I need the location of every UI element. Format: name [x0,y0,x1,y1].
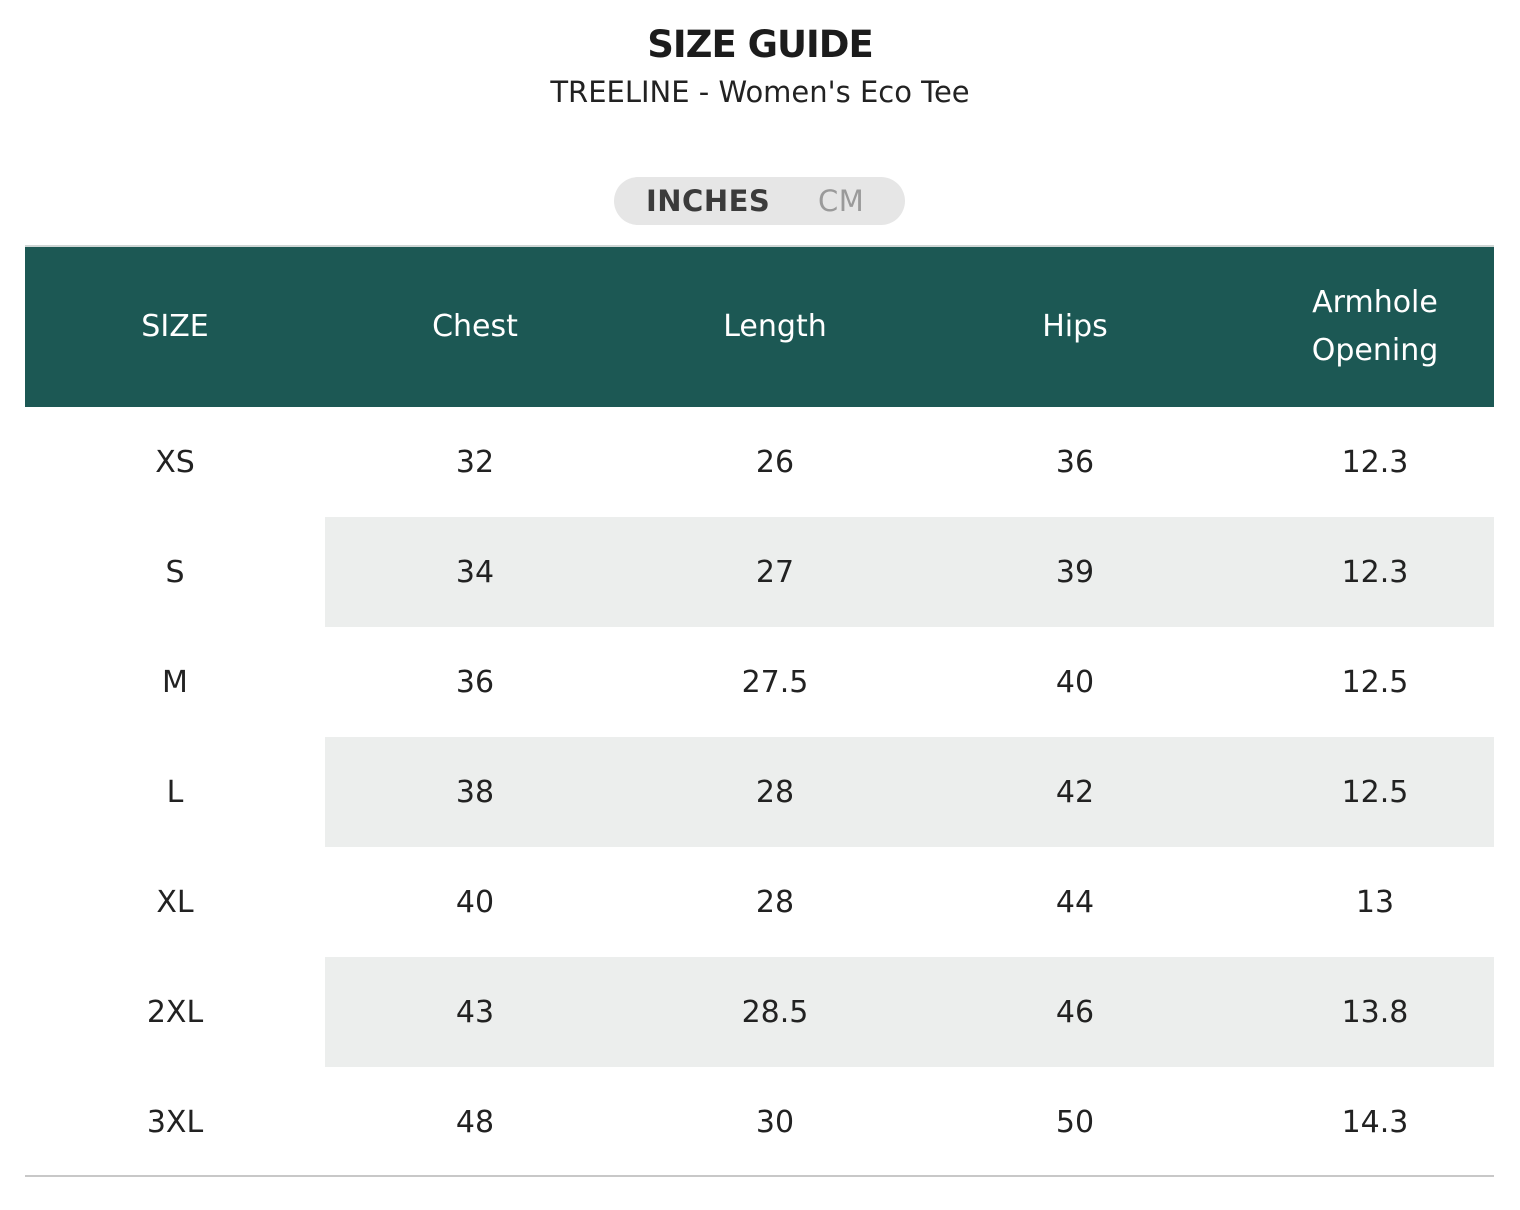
column-header-hips: Hips [1042,309,1108,344]
cell-chest: 34 [455,554,495,590]
cell-armhole-opening: 13.8 [1341,994,1409,1030]
table-row: XS 32 26 36 12.3 [25,407,1494,517]
cell-size: L [166,774,184,810]
column-header-length: Length [723,309,827,344]
table-row: L 38 28 42 12.5 [25,737,1494,847]
cell-hips: 36 [1055,444,1095,480]
unit-option-cm[interactable]: CM [818,177,864,225]
unit-option-inches[interactable]: INCHES [646,177,770,225]
table-row: S 34 27 39 12.3 [25,517,1494,627]
cell-length: 28.5 [741,994,809,1030]
cell-size: 3XL [146,1104,204,1140]
page-title: SIZE GUIDE [647,23,874,66]
cell-chest: 48 [455,1104,495,1140]
cell-hips: 40 [1055,664,1095,700]
table-row: 2XL 43 28.5 46 13.8 [25,957,1494,1067]
product-subtitle: TREELINE - Women's Eco Tee [550,75,970,109]
table-row: 3XL 48 30 50 14.3 [25,1067,1494,1177]
cell-chest: 40 [455,884,495,920]
cell-length: 30 [755,1104,795,1140]
cell-size: M [162,664,188,700]
column-header-armhole-opening: Armhole Opening [1311,285,1439,368]
cell-length: 27 [755,554,795,590]
cell-armhole-opening: 12.3 [1341,444,1409,480]
cell-chest: 43 [455,994,495,1030]
cell-size: XL [156,884,194,920]
cell-armhole-opening: 14.3 [1341,1104,1409,1140]
size-table-header: SIZE Chest Length Hips Armhole Opening [25,247,1494,407]
cell-length: 26 [755,444,795,480]
unit-toggle[interactable]: INCHES CM [614,177,905,225]
cell-chest: 36 [455,664,495,700]
cell-length: 28 [755,884,795,920]
column-header-chest: Chest [432,309,518,344]
cell-hips: 44 [1055,884,1095,920]
table-bottom-divider [25,1175,1494,1177]
cell-armhole-opening: 13 [1355,884,1395,920]
table-row: XL 40 28 44 13 [25,847,1494,957]
column-header-size: SIZE [141,309,209,344]
cell-armhole-opening: 12.5 [1341,664,1409,700]
table-row: M 36 27.5 40 12.5 [25,627,1494,737]
cell-chest: 32 [455,444,495,480]
cell-size: XS [155,444,195,480]
cell-length: 27.5 [741,664,809,700]
cell-hips: 50 [1055,1104,1095,1140]
cell-hips: 42 [1055,774,1095,810]
cell-length: 28 [755,774,795,810]
cell-hips: 39 [1055,554,1095,590]
cell-hips: 46 [1055,994,1095,1030]
cell-chest: 38 [455,774,495,810]
cell-size: S [165,554,185,590]
cell-size: 2XL [146,994,204,1030]
cell-armhole-opening: 12.3 [1341,554,1409,590]
cell-armhole-opening: 12.5 [1341,774,1409,810]
